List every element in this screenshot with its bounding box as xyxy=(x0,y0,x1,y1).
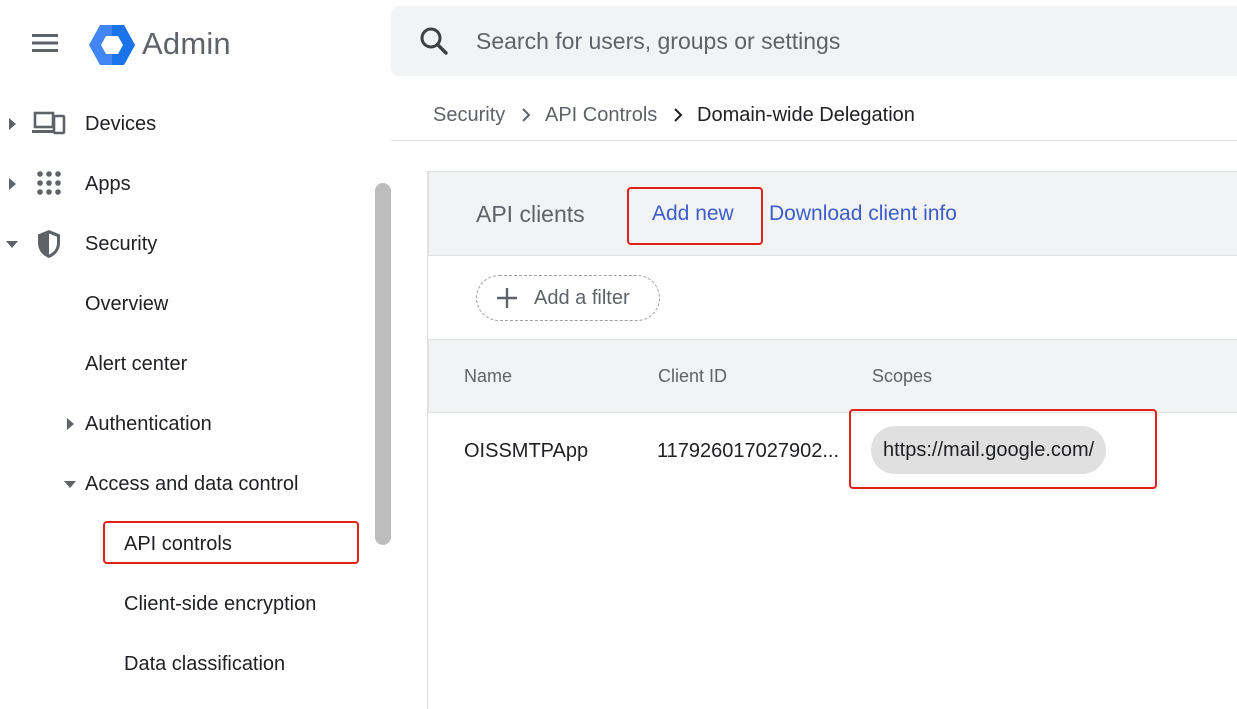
sidebar-item-client-side-encryption[interactable]: Client-side encryption xyxy=(0,574,360,634)
expand-arrow-icon[interactable] xyxy=(9,118,16,130)
chevron-right-icon xyxy=(674,108,683,122)
chevron-right-icon xyxy=(522,108,531,122)
api-controls-highlight xyxy=(103,521,359,564)
breadcrumb-item-security[interactable]: Security xyxy=(433,101,505,129)
devices-icon xyxy=(32,111,66,135)
sidebar-item-label: Client-side encryption xyxy=(124,593,317,615)
expand-arrow-icon[interactable] xyxy=(67,418,74,430)
sidebar-item-security[interactable]: Security xyxy=(0,214,360,274)
sidebar-item-access-and-data-control[interactable]: Access and data control xyxy=(0,454,360,514)
expand-arrow-icon[interactable] xyxy=(9,178,16,190)
sidebar-item-overview[interactable]: Overview xyxy=(0,274,360,334)
apps-grid-icon xyxy=(37,171,61,195)
collapse-arrow-icon[interactable] xyxy=(64,481,76,488)
main-menu-icon[interactable] xyxy=(28,28,62,58)
scope-highlight xyxy=(849,409,1157,489)
collapse-arrow-icon[interactable] xyxy=(6,241,18,248)
sidebar-item-label: Access and data control xyxy=(85,473,299,495)
table-header-row xyxy=(428,339,1237,413)
column-header-name[interactable]: Name xyxy=(464,364,512,388)
breadcrumb-item-api-controls[interactable]: API Controls xyxy=(545,101,657,129)
column-header-client-id[interactable]: Client ID xyxy=(658,364,727,388)
search-input[interactable] xyxy=(476,24,1216,58)
breadcrumb-current: Domain-wide Delegation xyxy=(697,104,915,126)
search-icon[interactable] xyxy=(418,25,450,57)
add-new-highlight xyxy=(627,187,763,245)
sidebar-item-label: Data classification xyxy=(124,653,286,675)
card-header-divider xyxy=(428,255,1237,256)
sidebar-item-authentication[interactable]: Authentication xyxy=(0,394,360,454)
app-title: Admin xyxy=(142,26,231,61)
sidebar-item-label: Overview xyxy=(85,293,169,315)
sidebar-item-data-classification[interactable]: Data classification xyxy=(0,634,360,694)
client-id-cell[interactable]: 117926017027902... xyxy=(657,437,839,465)
card-title: API clients xyxy=(476,201,585,227)
sidebar-item-label: Authentication xyxy=(85,413,212,435)
sidebar-item-apps[interactable]: Apps xyxy=(0,154,360,214)
sidebar-item-alert-center[interactable]: Alert center xyxy=(0,334,360,394)
sidebar-item-label: Alert center xyxy=(85,353,188,375)
add-filter-label: Add a filter xyxy=(534,287,630,309)
sidebar-scrollbar[interactable] xyxy=(375,183,391,545)
breadcrumb-divider xyxy=(391,140,1237,141)
sidebar-item-devices[interactable]: Devices xyxy=(0,94,360,154)
client-name-cell[interactable]: OISSMTPApp xyxy=(464,437,588,465)
sidebar-item-label: Devices xyxy=(85,113,157,135)
sidebar-item-label: Security xyxy=(85,233,158,255)
download-client-info-button[interactable]: Download client info xyxy=(769,199,957,229)
shield-icon xyxy=(38,230,60,258)
admin-logo-icon xyxy=(89,25,135,65)
column-header-scopes[interactable]: Scopes xyxy=(872,364,932,388)
sidebar-item-label: Apps xyxy=(85,173,131,195)
plus-icon xyxy=(497,288,517,308)
